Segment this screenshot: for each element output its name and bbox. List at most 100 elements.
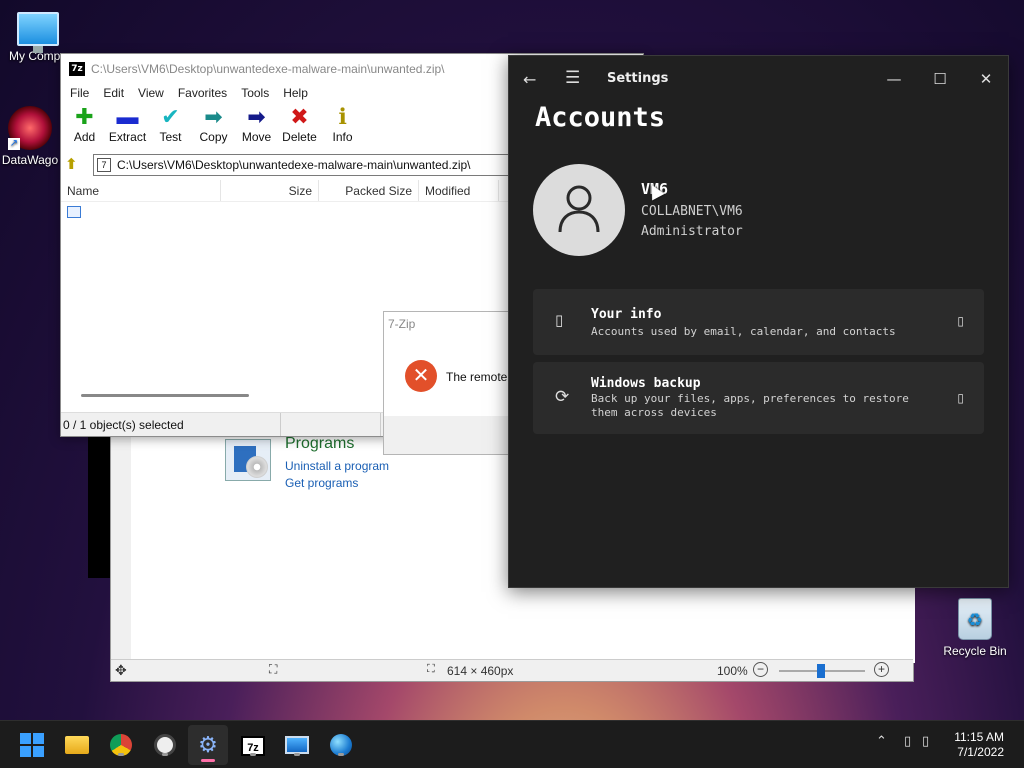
dialog-body: ✕ The remote <box>384 336 512 416</box>
column-size[interactable]: Size <box>221 180 319 201</box>
column-packed-size[interactable]: Packed Size <box>319 180 419 201</box>
image-size-readout: 614 × 460px <box>447 664 514 678</box>
copy-button[interactable]: ➡ Copy <box>192 104 235 152</box>
archive-icon: 7 <box>97 158 111 172</box>
start-button[interactable] <box>17 731 47 759</box>
7zip-window-title: C:\Users\VM6\Desktop\unwantedexe-malware… <box>91 62 445 76</box>
running-indicator <box>162 753 168 756</box>
taskbar-file-explorer[interactable] <box>62 731 92 759</box>
copy-arrow-icon: ➡ <box>204 104 223 129</box>
7zip-error-dialog[interactable]: 7-Zip ✕ The remote <box>383 311 513 455</box>
test-label: Test <box>159 130 182 144</box>
running-indicator <box>294 753 300 756</box>
tray-icon[interactable]: ▯ <box>922 733 929 749</box>
address-field[interactable]: 7 C:\Users\VM6\Desktop\unwantedexe-malwa… <box>93 154 513 176</box>
zoom-slider-thumb[interactable] <box>817 664 825 678</box>
recycle-bin-icon: ♻ <box>958 598 992 640</box>
page-title: Accounts <box>535 102 666 133</box>
card-subtitle: Accounts used by email, calendar, and co… <box>591 325 896 338</box>
taskbar: ⚙ 7z ⌃ ▯ ▯ 11:15 AM 7/1/2022 <box>0 720 1024 768</box>
up-folder-icon[interactable]: ⬆ <box>65 156 83 174</box>
horizontal-scrollbar[interactable] <box>81 394 249 397</box>
add-label: Add <box>73 130 96 144</box>
add-button[interactable]: ✚ Add <box>63 104 106 152</box>
zoom-in-button[interactable]: + <box>874 662 889 677</box>
delete-button[interactable]: ✖ Delete <box>278 104 321 152</box>
windows-backup-card[interactable]: ⟳ Windows backup Back up your files, app… <box>533 362 984 434</box>
menu-view[interactable]: View <box>131 84 171 104</box>
image-viewer-statusbar: ✥ ⛶ ⛶ 614 × 460px 100% − + <box>111 659 913 681</box>
info-button[interactable]: ℹ Info <box>321 104 364 152</box>
monitor-icon <box>17 12 59 53</box>
running-indicator <box>118 753 124 756</box>
running-indicator <box>250 753 256 756</box>
hamburger-menu-icon[interactable]: ☰ <box>565 68 580 88</box>
programs-title: Programs <box>285 435 355 452</box>
gear-icon: ⚙ <box>198 732 218 757</box>
desktop-icon-recycle-bin[interactable]: ♻ Recycle Bin <box>935 598 1015 658</box>
clock-time: 11:15 AM <box>954 730 1004 744</box>
plus-icon: ✚ <box>75 104 94 129</box>
maximize-button[interactable]: ☐ <box>917 64 963 94</box>
settings-window[interactable]: ← ☰ Settings — ☐ ✕ Accounts VM6 COLLABNE… <box>508 55 1009 588</box>
error-x-icon: ✕ <box>405 360 437 392</box>
column-name[interactable]: Name <box>61 180 221 201</box>
test-button[interactable]: ✔ Test <box>149 104 192 152</box>
extract-label: Extract <box>108 130 147 144</box>
card-title: Your info <box>591 307 662 322</box>
zoom-out-button[interactable]: − <box>753 662 768 677</box>
taskbar-remote-desktop[interactable] <box>282 731 312 759</box>
file-item-icon[interactable] <box>67 206 81 218</box>
menu-file[interactable]: File <box>63 84 96 104</box>
background-window-edge <box>88 436 110 578</box>
user-role: Administrator <box>641 224 743 239</box>
menu-edit[interactable]: Edit <box>96 84 131 104</box>
clock-date: 7/1/2022 <box>957 745 1004 759</box>
extract-button[interactable]: ▬ Extract <box>106 104 149 152</box>
avatar[interactable] <box>533 164 625 256</box>
chevron-up-icon[interactable]: ⌃ <box>876 733 887 749</box>
taskbar-network-app[interactable] <box>326 731 356 759</box>
your-info-card[interactable]: ▯ Your info Accounts used by email, cale… <box>533 289 984 355</box>
desktop-icon-label: DataWago <box>1 153 59 167</box>
tray-icon[interactable]: ▯ <box>904 733 911 749</box>
column-modified[interactable]: Modified <box>419 180 499 201</box>
move-crosshair-icon[interactable]: ✥ <box>115 662 127 679</box>
image-size-icon: ⛶ <box>427 663 435 675</box>
uninstall-program-link[interactable]: Uninstall a program <box>285 459 389 473</box>
move-button[interactable]: ➡ Move <box>235 104 278 152</box>
info-icon: ℹ <box>338 104 347 129</box>
running-indicator <box>338 753 344 756</box>
menu-tools[interactable]: Tools <box>234 84 276 104</box>
person-avatar-icon <box>558 185 600 233</box>
shortcut-arrow-icon: ↗ <box>8 138 20 150</box>
taskbar-chrome[interactable] <box>106 731 136 759</box>
get-programs-link[interactable]: Get programs <box>285 476 358 490</box>
taskbar-clock[interactable]: 11:15 AM 7/1/2022 <box>954 730 1004 760</box>
card-subtitle: Back up your files, apps, preferences to… <box>591 392 909 419</box>
backup-sync-icon: ⟳ <box>555 387 570 407</box>
remote-desktop-icon <box>285 736 309 754</box>
programs-icon <box>225 439 271 481</box>
dialog-title: 7-Zip <box>384 312 512 336</box>
info-label: Info <box>332 130 353 144</box>
menu-favorites[interactable]: Favorites <box>171 84 234 104</box>
taskbar-7zip[interactable]: 7z <box>238 731 268 759</box>
crop-select-icon[interactable]: ⛶ <box>269 662 277 677</box>
datawagon-icon: ↗ <box>8 106 52 150</box>
close-button[interactable]: ✕ <box>963 64 1009 94</box>
user-domain: COLLABNET\VM6 <box>641 204 743 219</box>
menu-help[interactable]: Help <box>276 84 315 104</box>
selection-status: 0 / 1 object(s) selected <box>61 413 281 436</box>
active-indicator <box>201 759 215 762</box>
back-arrow-icon[interactable]: ← <box>523 70 536 89</box>
person-card-icon: ▯ <box>555 311 564 329</box>
taskbar-clock-app[interactable] <box>150 731 180 759</box>
status-cell <box>281 413 381 436</box>
windows-start-icon <box>17 731 47 757</box>
chevron-right-icon: ▯ <box>957 391 964 405</box>
taskbar-settings[interactable]: ⚙ <box>188 725 228 765</box>
card-title: Windows backup <box>591 376 701 391</box>
minimize-button[interactable]: — <box>871 64 917 94</box>
delete-x-icon: ✖ <box>290 104 309 129</box>
